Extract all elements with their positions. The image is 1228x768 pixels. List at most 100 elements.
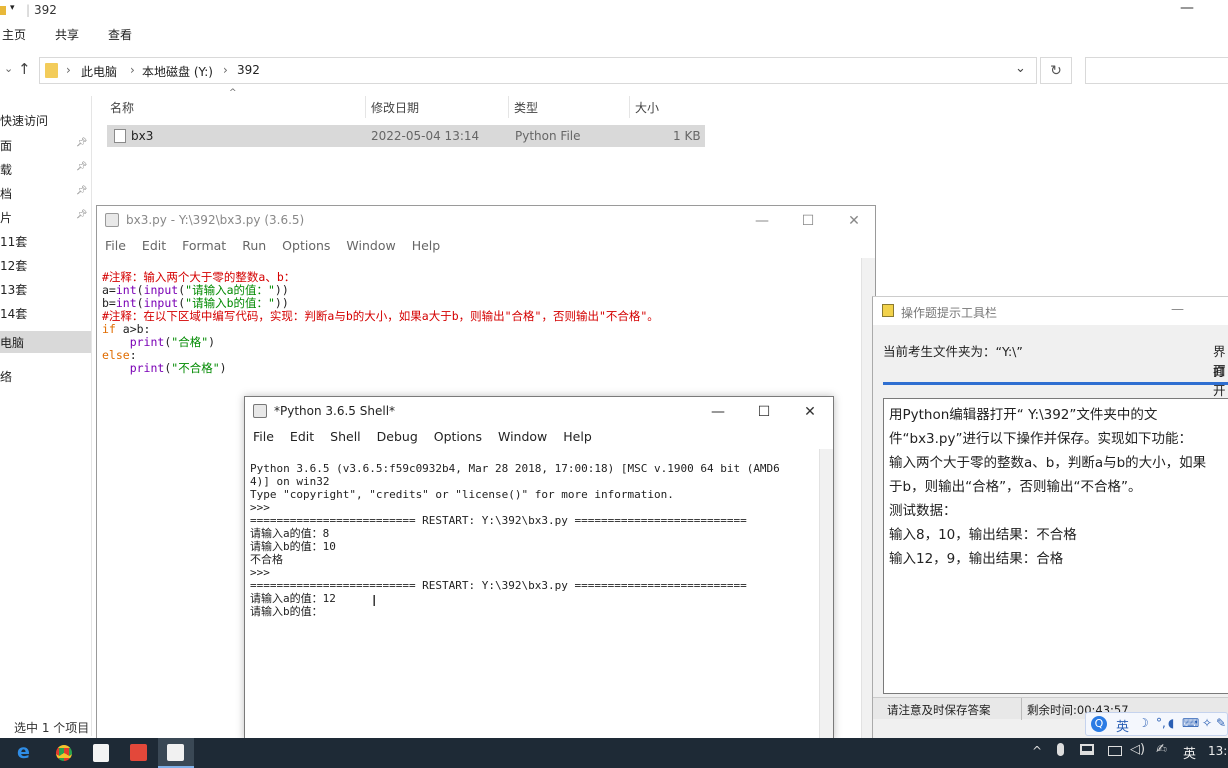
code-token: ) (219, 361, 227, 375)
code-token: ( (136, 296, 144, 310)
pin-icon: 📌︎ (76, 138, 88, 148)
hint-app-icon (882, 304, 894, 317)
code-token: "请输入b的值：" (185, 296, 275, 310)
minimize-button[interactable]: — (1180, 0, 1194, 16)
nav-desktop[interactable]: 桌面 (0, 137, 12, 154)
menu-format[interactable]: Format (174, 238, 234, 253)
refresh-button[interactable]: ↻ (1040, 57, 1072, 84)
shell-minimize-button[interactable]: — (695, 397, 741, 427)
menu-shell[interactable]: Shell (322, 429, 369, 444)
menu-window[interactable]: Window (338, 238, 403, 253)
python-file-icon (114, 129, 126, 143)
code-token: "请输入a的值：" (185, 283, 275, 297)
nav-network[interactable]: 网络 (0, 368, 12, 385)
menu-file[interactable]: File (245, 429, 282, 444)
shell-window: *Python 3.6.5 Shell* — ☐ ✕ File Edit She… (244, 396, 834, 740)
ime-toolbar[interactable]: Q 英 ☽ °, ◖ ⌨ ✧ ✎ (1085, 712, 1228, 736)
breadcrumb-this-pc[interactable]: 此电脑 (81, 63, 117, 80)
menu-edit[interactable]: Edit (282, 429, 322, 444)
nav-set-13[interactable]: 第13套 (0, 281, 27, 298)
ime-moon-icon[interactable]: ☽ (1138, 716, 1149, 730)
tray-pen-icon[interactable]: ✍ (1156, 742, 1167, 757)
taskbar: e ^ ◁) ✍ 英 13:1 (0, 738, 1228, 768)
column-size[interactable]: 大小 (635, 99, 659, 116)
nav-set-14[interactable]: 第14套 (0, 305, 27, 322)
editor-maximize-button[interactable]: ☐ (785, 206, 831, 236)
tray-volume-icon[interactable]: ◁) (1130, 742, 1145, 757)
python-icon (167, 744, 184, 761)
file-size: 1 KB (673, 129, 701, 143)
column-name[interactable]: 名称 (110, 99, 134, 116)
pin-icon: 📌︎ (76, 186, 88, 196)
nav-downloads[interactable]: 下载 (0, 161, 12, 178)
column-date[interactable]: 修改日期 (371, 99, 419, 116)
nav-quick-access[interactable]: 快速访问 (0, 112, 90, 130)
menu-edit[interactable]: Edit (134, 238, 174, 253)
shell-close-button[interactable]: ✕ (787, 397, 833, 427)
hint-line: 测试数据： (889, 503, 957, 519)
nav-pictures[interactable]: 图片 (0, 209, 12, 226)
search-input[interactable] (1085, 57, 1228, 84)
tab-view[interactable]: 查看 (108, 26, 148, 43)
menu-file[interactable]: File (97, 238, 134, 253)
ime-wrench-icon[interactable]: ✎ (1216, 716, 1226, 730)
pin-icon: 📌︎ (76, 162, 88, 172)
menu-options[interactable]: Options (274, 238, 338, 253)
column-type[interactable]: 类型 (514, 99, 538, 116)
ime-mic-icon[interactable]: ◖ (1168, 716, 1174, 730)
history-dropdown-icon[interactable]: ⌄ (1015, 61, 1026, 76)
clock-text[interactable]: 13:1 (1208, 744, 1228, 758)
menu-run[interactable]: Run (234, 238, 274, 253)
ime-mode-label[interactable]: 英 (1116, 716, 1129, 735)
shell-line: Python 3.6.5 (v3.6.5:f59c0932b4, Mar 28 … (250, 462, 780, 475)
shell-text-area[interactable]: Python 3.6.5 (v3.6.5:f59c0932b4, Mar 28 … (250, 449, 816, 739)
nav-documents[interactable]: 文档 (0, 185, 12, 202)
menu-options[interactable]: Options (426, 429, 490, 444)
file-list-header: 名称 修改日期 类型 大小 (104, 96, 709, 118)
edge-icon[interactable]: e (17, 741, 30, 763)
editor-close-button[interactable]: ✕ (831, 206, 875, 236)
shell-line: 4)] on win32 (250, 475, 330, 488)
address-bar[interactable]: › 此电脑 › 本地磁盘 (Y:) › 392 ⌄ (39, 57, 1037, 84)
breadcrumb-drive[interactable]: 本地磁盘 (Y:) (142, 63, 213, 80)
menu-help[interactable]: Help (404, 238, 449, 253)
chrome-icon[interactable] (56, 745, 72, 761)
up-arrow-icon[interactable]: ↑ (18, 60, 31, 78)
hint-side-label[interactable]: 打开 (1213, 361, 1228, 399)
hint-line: 用Python编辑器打开“ Y:\392”文件夹中的文 (889, 407, 1158, 423)
menu-window[interactable]: Window (490, 429, 555, 444)
shell-scrollbar[interactable] (819, 449, 833, 739)
file-row[interactable]: bx3 2022-05-04 13:14 Python File 1 KB (107, 125, 705, 147)
hint-minimize-button[interactable]: — (1171, 302, 1184, 317)
breadcrumb-folder[interactable]: 392 (237, 63, 260, 77)
pin-icon: 📌︎ (76, 210, 88, 220)
tab-share[interactable]: 共享 (55, 26, 95, 43)
menu-debug[interactable]: Debug (369, 429, 426, 444)
nav-set-11[interactable]: 第11套 (0, 233, 27, 250)
editor-minimize-button[interactable]: — (739, 206, 785, 236)
recorder-icon[interactable] (130, 744, 147, 761)
ime-logo-icon: Q (1091, 716, 1107, 732)
tray-battery-icon[interactable] (1108, 746, 1122, 756)
quick-access-dropdown-icon[interactable]: ▾ (10, 3, 15, 13)
back-arrow-icon[interactable]: ⌄ (4, 62, 13, 75)
code-line: #注释：在以下区域中编写代码，实现：判断a与b的大小，如果a大于b，则输出"合格… (102, 309, 659, 323)
ime-punct-icon[interactable]: °, (1156, 716, 1166, 730)
nav-set-12[interactable]: 第12套 (0, 257, 27, 274)
code-token: "不合格" (171, 361, 220, 375)
tray-network-icon[interactable] (1080, 744, 1094, 755)
tray-chevron-icon[interactable]: ^ (1032, 744, 1042, 758)
menu-help[interactable]: Help (555, 429, 600, 444)
status-bar-text: 选中 1 个项目 (14, 721, 90, 735)
hint-text-box: 用Python编辑器打开“ Y:\392”文件夹中的文 件“bx3.py”进行以… (883, 398, 1228, 694)
code-token: input (143, 283, 179, 297)
nav-this-pc[interactable]: 此电脑 (0, 331, 91, 353)
tab-home[interactable]: 主页 (2, 26, 42, 43)
tray-mic-icon[interactable] (1057, 743, 1064, 756)
shell-maximize-button[interactable]: ☐ (741, 397, 787, 427)
tray-ime-label[interactable]: 英 (1183, 743, 1196, 762)
ime-keyboard-icon[interactable]: ⌨ (1182, 716, 1199, 730)
ime-tools-icon[interactable]: ✧ (1202, 716, 1212, 730)
exam-app-icon[interactable] (93, 744, 109, 762)
python-idle-task-button[interactable] (158, 738, 194, 768)
